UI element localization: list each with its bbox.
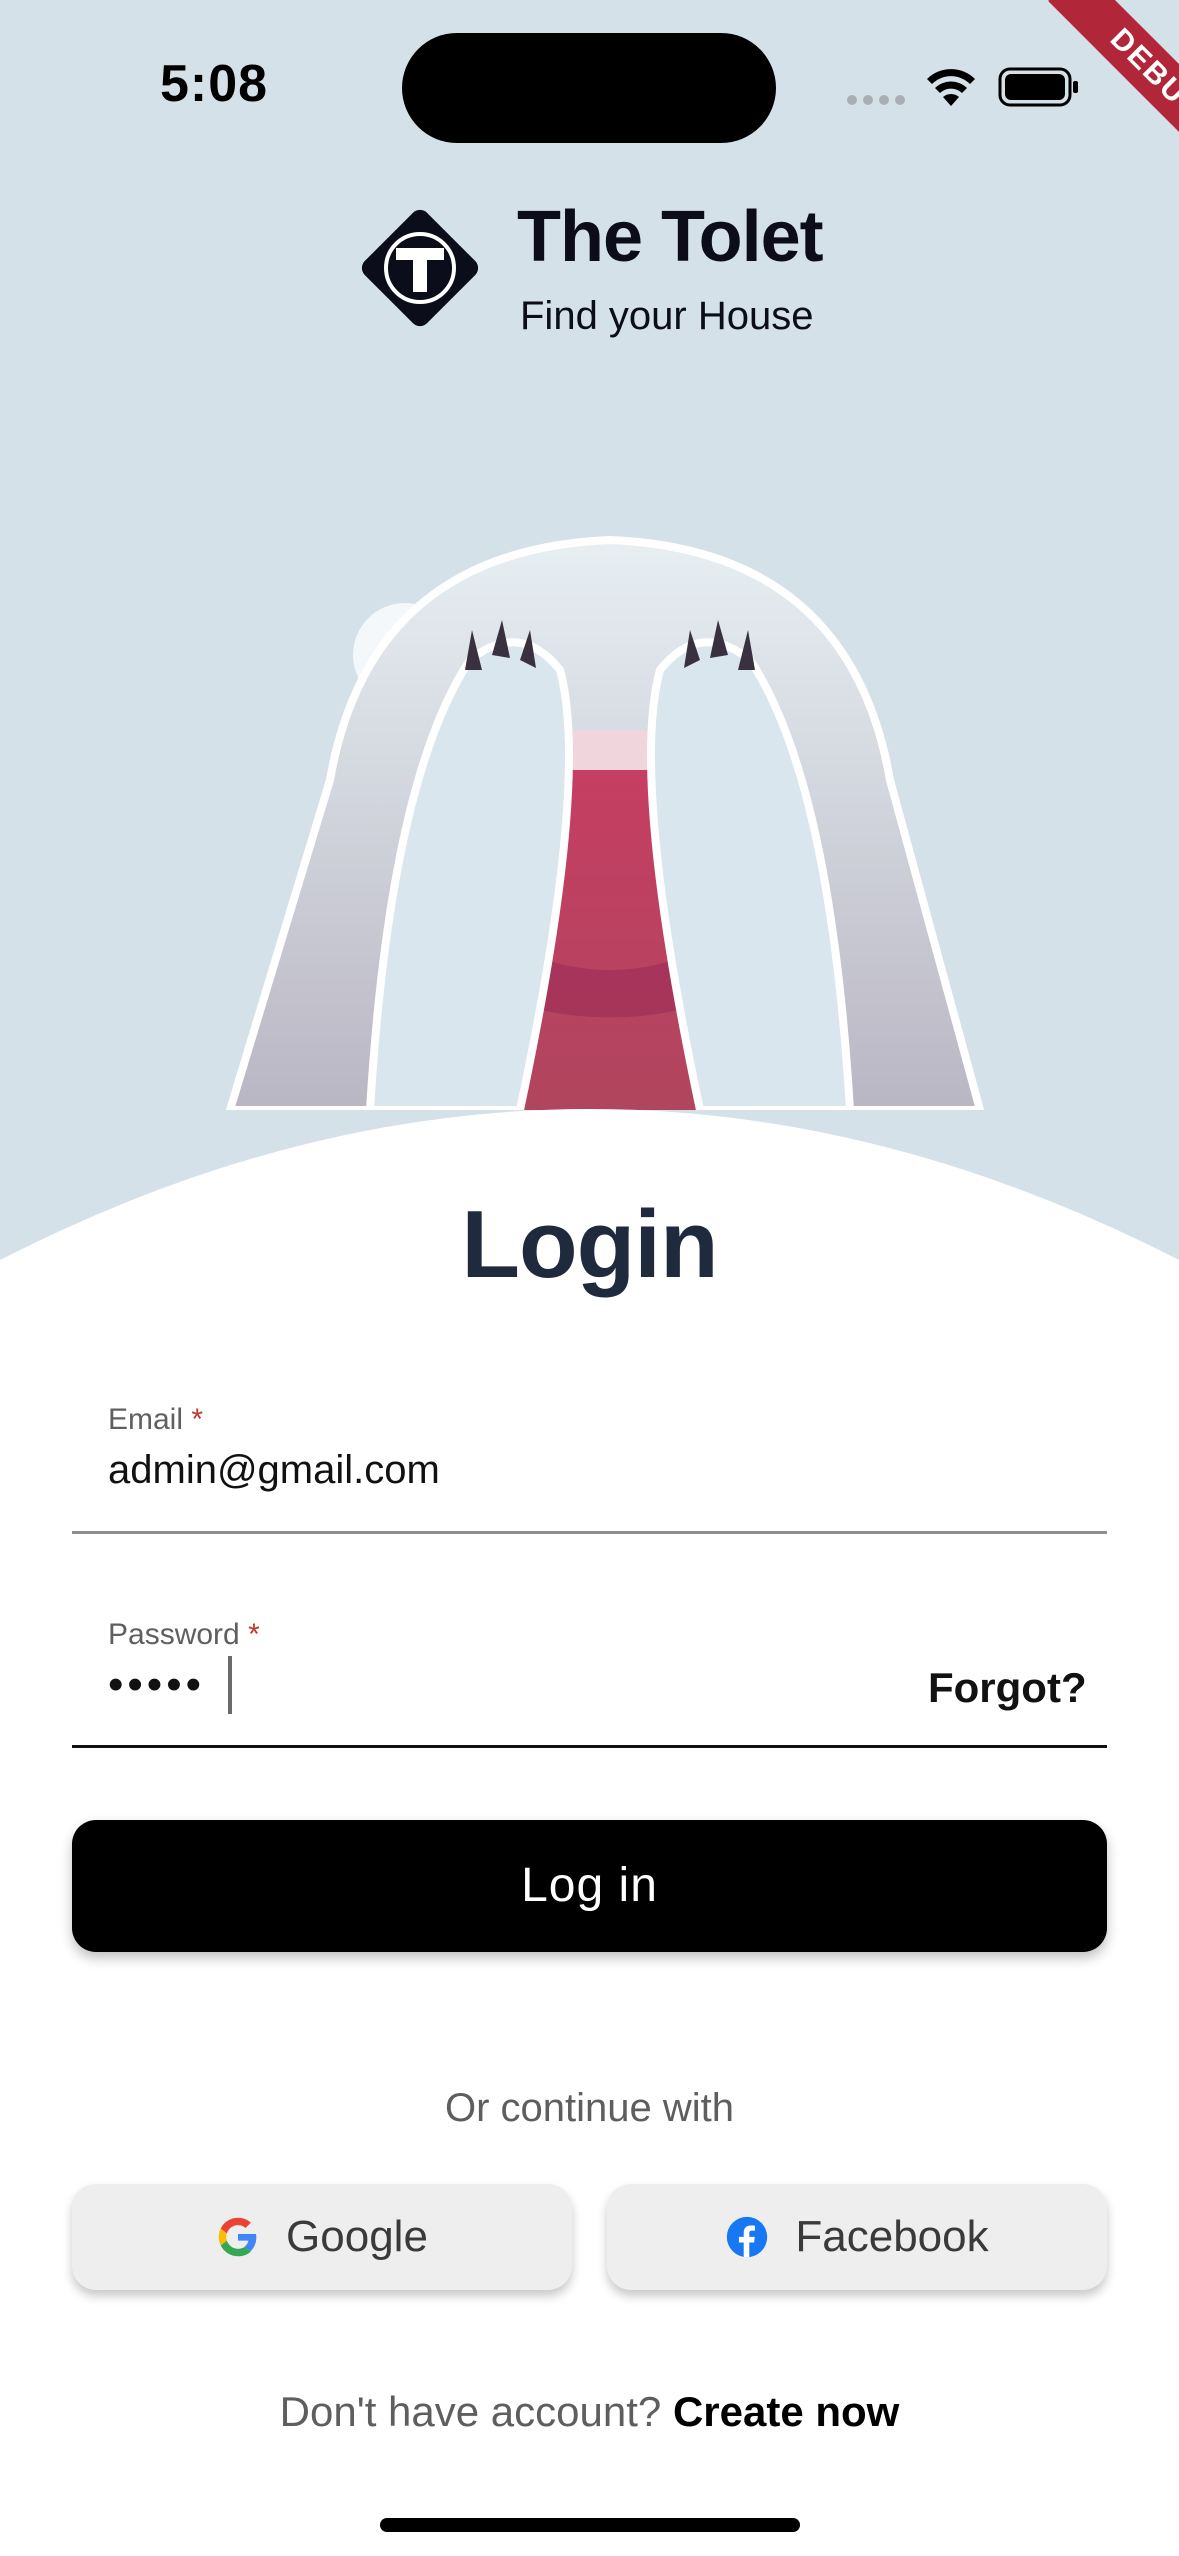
dynamic-island [402, 33, 776, 143]
facebook-icon [727, 2216, 768, 2258]
signup-prompt: Don't have account? Create now [279, 2388, 900, 2435]
create-account-link[interactable]: Create now [673, 2388, 899, 2435]
required-mark: * [248, 1618, 260, 1651]
password-label: Password * [108, 1618, 260, 1651]
google-login-button[interactable]: Google [72, 2184, 572, 2290]
login-title: Login [461, 1191, 718, 1298]
app-logo [361, 209, 479, 327]
google-icon [218, 2217, 257, 2257]
forgot-password-link[interactable]: Forgot? [928, 1664, 1087, 1712]
home-indicator[interactable] [380, 2518, 800, 2532]
password-field[interactable]: ••••• [108, 1660, 205, 1710]
debug-label: DEBUG [1048, 0, 1179, 180]
app-tagline: Find your House [520, 294, 814, 338]
google-label: Google [286, 2212, 428, 2261]
bear-illustration [225, 535, 985, 1110]
app-name: The Tolet [517, 197, 824, 277]
cellular-signal-icon [847, 95, 905, 105]
required-mark: * [191, 1403, 204, 1436]
email-underline [72, 1531, 1107, 1534]
email-field[interactable]: admin@gmail.com [108, 1448, 440, 1493]
facebook-label: Facebook [795, 2212, 989, 2261]
debug-banner: DEBUG [999, 0, 1179, 180]
status-time: 5:08 [160, 55, 269, 113]
email-label: Email * [108, 1403, 204, 1436]
login-button[interactable]: Log in [72, 1820, 1107, 1952]
wifi-icon [927, 69, 975, 106]
text-cursor [228, 1656, 232, 1714]
password-underline [72, 1745, 1107, 1748]
facebook-login-button[interactable]: Facebook [607, 2184, 1107, 2290]
social-divider-text: Or continue with [444, 2086, 735, 2130]
